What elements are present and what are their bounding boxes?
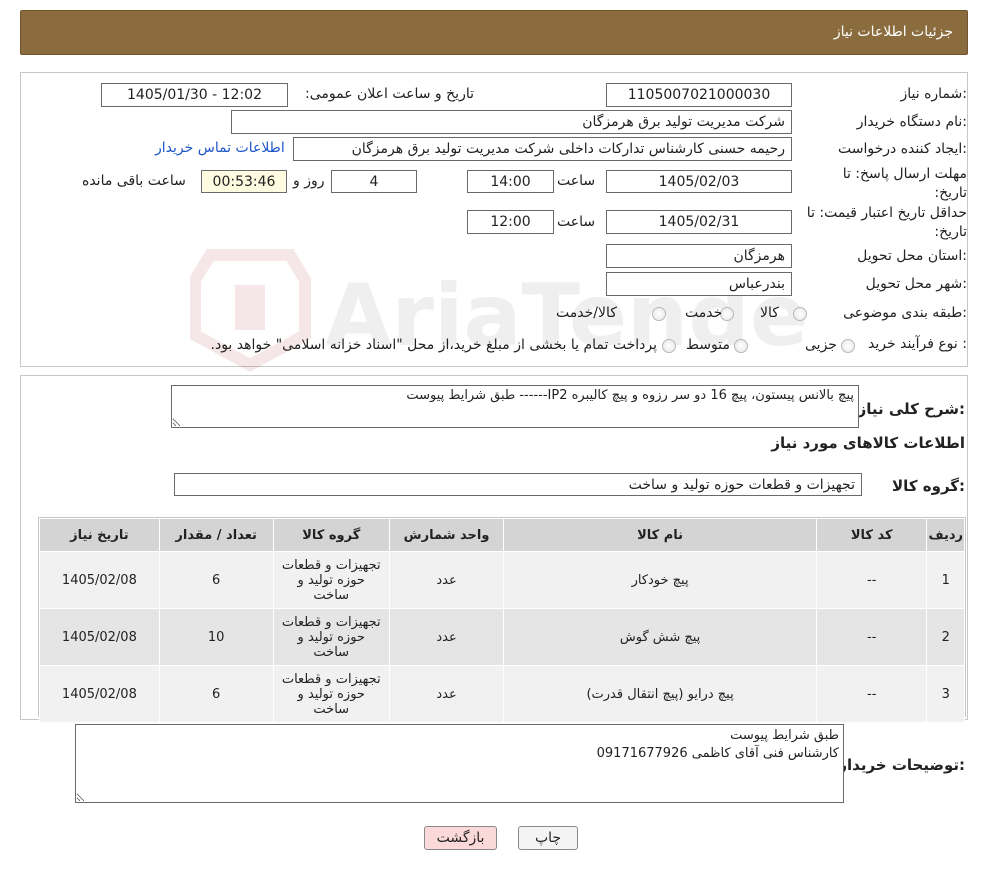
goods-info-title: اطلاعات کالاهای مورد نیاز (771, 434, 965, 452)
remaining-time-field: 00:53:46 (201, 170, 287, 193)
cell-name: پیچ درایو (پیچ انتقال قدرت) (503, 665, 818, 723)
category-option-goods: کالا (760, 305, 779, 321)
category-radio-goods[interactable] (793, 307, 807, 321)
cell-quantity: 6 (158, 665, 274, 723)
cell-name: پیچ شش گوش (503, 608, 818, 666)
cell-row-num: 3 (926, 665, 965, 723)
reply-deadline-label: مهلت ارسال پاسخ: تا (842, 166, 967, 182)
price-validity-time-field: 12:00 (467, 210, 554, 234)
cell-name: پیچ خودکار (503, 551, 818, 609)
process-radio-partial[interactable] (841, 339, 855, 353)
reply-date-field: 1405/02/03 (606, 170, 792, 193)
col-header-name: نام کالا (503, 518, 818, 552)
cell-quantity: 10 (158, 608, 274, 666)
cell-quantity: 6 (158, 551, 274, 609)
cell-row-num: 1 (926, 551, 965, 609)
price-validity-date-field: 1405/02/31 (606, 210, 792, 234)
price-validity-label-2: تاریخ: (934, 224, 967, 240)
table-row: 3 -- پیچ درایو (پیچ انتقال قدرت) عدد تجه… (39, 665, 965, 723)
remaining-time-label: ساعت باقی مانده (82, 173, 186, 189)
page-header: جزئیات اطلاعات نیاز (20, 10, 968, 55)
items-table: ردیف کد کالا نام کالا واحد شمارش گروه کا… (39, 518, 965, 723)
cell-need-date: 1405/02/08 (39, 665, 160, 723)
need-number-field: 1105007021000030 (606, 83, 792, 107)
reply-time-field: 14:00 (467, 170, 554, 193)
buyer-notes-textarea[interactable] (75, 724, 844, 803)
days-label: روز و (293, 173, 325, 189)
buyer-notes-label: توضیحات خریدار: (838, 756, 965, 774)
goods-group-label: گروه کالا: (892, 477, 965, 495)
process-checkbox-treasury[interactable] (662, 339, 676, 353)
buyer-org-label: نام دستگاه خریدار: (856, 114, 967, 130)
need-number-label: شماره نیاز: (900, 86, 967, 102)
process-option-medium: متوسط (686, 337, 730, 353)
city-label: شهر محل تحویل: (865, 276, 967, 292)
reply-time-label: ساعت (557, 173, 596, 189)
days-remaining-field: 4 (331, 170, 417, 193)
cell-code: -- (816, 608, 928, 666)
cell-unit: عدد (388, 608, 505, 666)
page-title: جزئیات اطلاعات نیاز (833, 24, 953, 40)
col-header-unit: واحد شمارش (388, 518, 505, 552)
category-option-goods-service: کالا/خدمت (556, 305, 617, 321)
category-radio-goods-service[interactable] (652, 307, 666, 321)
process-note: پرداخت تمام یا بخشی از مبلغ خرید،از محل … (210, 337, 657, 353)
general-desc-textarea[interactable] (171, 385, 859, 428)
print-button[interactable]: چاپ (518, 826, 578, 850)
col-header-quantity: تعداد / مقدار (158, 518, 274, 552)
cell-code: -- (816, 665, 928, 723)
reply-deadline-label-2: تاریخ: (934, 185, 967, 201)
goods-group-field: تجهیزات و قطعات حوزه تولید و ساخت (174, 473, 862, 496)
back-button[interactable]: بازگشت (424, 826, 497, 850)
price-validity-label: حداقل تاریخ اعتبار قیمت: تا (806, 205, 967, 221)
cell-row-num: 2 (926, 608, 965, 666)
cell-unit: عدد (388, 665, 505, 723)
process-radio-medium[interactable] (734, 339, 748, 353)
price-time-label: ساعت (557, 214, 596, 230)
table-header-row: ردیف کد کالا نام کالا واحد شمارش گروه کا… (39, 518, 965, 552)
creator-label: ایجاد کننده درخواست: (838, 141, 967, 157)
province-label: استان محل تحویل: (857, 248, 967, 264)
creator-field: رحیمه حسنی کارشناس تداركات داخلی شرکت مد… (293, 137, 792, 161)
announce-datetime-field: 1405/01/30 - 12:02 (101, 83, 288, 107)
cell-group: تجهیزات و قطعات حوزه تولید و ساخت (272, 608, 390, 666)
cell-need-date: 1405/02/08 (39, 551, 160, 609)
general-desc-label: شرح کلی نیاز: (857, 400, 965, 418)
process-option-partial: جزیی (805, 337, 837, 353)
buyer-contact-link[interactable]: اطلاعات تماس خریدار (155, 140, 285, 156)
cell-group: تجهیزات و قطعات حوزه تولید و ساخت (272, 665, 390, 723)
col-header-code: کد کالا (816, 518, 928, 552)
col-header-row-num: ردیف (926, 518, 965, 552)
col-header-group: گروه کالا (272, 518, 390, 552)
items-table-frame: ردیف کد کالا نام کالا واحد شمارش گروه کا… (38, 517, 966, 723)
cell-unit: عدد (388, 551, 505, 609)
table-row: 1 -- پیچ خودکار عدد تجهیزات و قطعات حوزه… (39, 551, 965, 609)
cell-code: -- (816, 551, 928, 609)
cell-group: تجهیزات و قطعات حوزه تولید و ساخت (272, 551, 390, 609)
category-label: طبقه بندی موضوعی: (843, 305, 967, 321)
category-option-service: خدمت (685, 305, 723, 321)
process-type-label: نوع فرآیند خرید : (868, 336, 967, 352)
buyer-org-field: شرکت مدیریت تولید برق هرمزگان (231, 110, 792, 134)
table-row: 2 -- پیچ شش گوش عدد تجهیزات و قطعات حوزه… (39, 608, 965, 666)
cell-need-date: 1405/02/08 (39, 608, 160, 666)
city-field: بندرعباس (606, 272, 792, 296)
col-header-need-date: تاریخ نیاز (39, 518, 160, 552)
announce-label: تاریخ و ساعت اعلان عمومی: (305, 86, 474, 102)
province-field: هرمزگان (606, 244, 792, 268)
